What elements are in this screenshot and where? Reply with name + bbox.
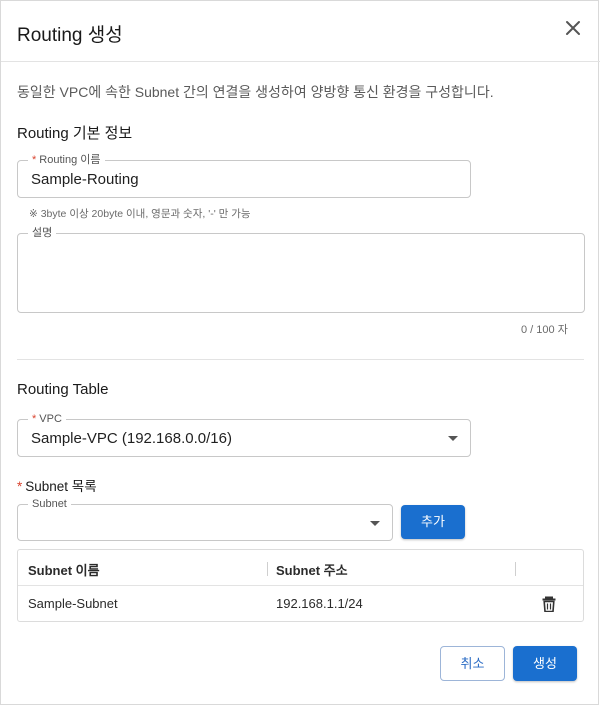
- section-divider: [17, 359, 584, 360]
- routing-create-dialog: Routing 생성 동일한 VPC에 속한 Subnet 간의 연결을 생성하…: [0, 0, 600, 705]
- column-separator: [267, 562, 268, 576]
- description-label: 설명: [28, 226, 57, 240]
- routing-table-section-title: Routing Table: [17, 381, 109, 398]
- dialog-title: Routing 생성: [17, 25, 123, 46]
- chevron-down-icon: [448, 436, 458, 441]
- subnet-address-cell: 192.168.1.1/24: [276, 596, 363, 611]
- vpc-label-text: VPC: [39, 413, 62, 425]
- required-mark: *: [32, 413, 37, 425]
- subnet-select-label: Subnet: [28, 497, 71, 511]
- chevron-down-icon: [370, 521, 380, 526]
- basic-info-section-title: Routing 기본 정보: [17, 125, 133, 142]
- create-button[interactable]: 생성: [513, 646, 577, 681]
- column-separator: [515, 562, 516, 576]
- vpc-value: Sample-VPC (192.168.0.0/16): [31, 430, 232, 447]
- routing-name-field[interactable]: * Routing 이름 Sample-Routing: [17, 153, 471, 198]
- subnet-list-label: * Subnet 목록: [17, 475, 97, 495]
- description-char-counter: 0 / 100 자: [521, 324, 568, 336]
- description-textarea[interactable]: 설명: [17, 226, 585, 313]
- routing-name-label-text: Routing 이름: [39, 154, 101, 166]
- vpc-label: * VPC: [28, 412, 66, 426]
- routing-name-value: Sample-Routing: [31, 171, 139, 188]
- required-mark: *: [17, 479, 23, 494]
- close-icon[interactable]: [561, 16, 585, 40]
- routing-name-hint: ※ 3byte 이상 20byte 이내, 영문과 숫자, '-' 만 가능: [29, 208, 251, 220]
- subnet-table: Subnet 이름 Subnet 주소 Sample-Subnet 192.16…: [17, 549, 584, 622]
- subnet-name-cell: Sample-Subnet: [28, 596, 118, 611]
- cancel-button[interactable]: 취소: [440, 646, 505, 681]
- routing-name-label: * Routing 이름: [28, 153, 105, 167]
- vpc-select[interactable]: * VPC Sample-VPC (192.168.0.0/16): [17, 412, 471, 457]
- column-header-subnet-address: Subnet 주소: [276, 563, 348, 578]
- dialog-header: Routing 생성: [1, 1, 600, 62]
- dialog-description: 동일한 VPC에 속한 Subnet 간의 연결을 생성하여 양방향 통신 환경…: [17, 84, 494, 100]
- subnet-list-label-text: Subnet 목록: [25, 479, 97, 494]
- required-mark: *: [32, 154, 37, 166]
- column-header-subnet-name: Subnet 이름: [28, 563, 100, 578]
- subnet-select[interactable]: Subnet: [17, 497, 393, 541]
- table-header: Subnet 이름 Subnet 주소: [18, 550, 583, 586]
- add-subnet-button[interactable]: 추가: [401, 505, 465, 539]
- trash-icon[interactable]: [542, 596, 556, 613]
